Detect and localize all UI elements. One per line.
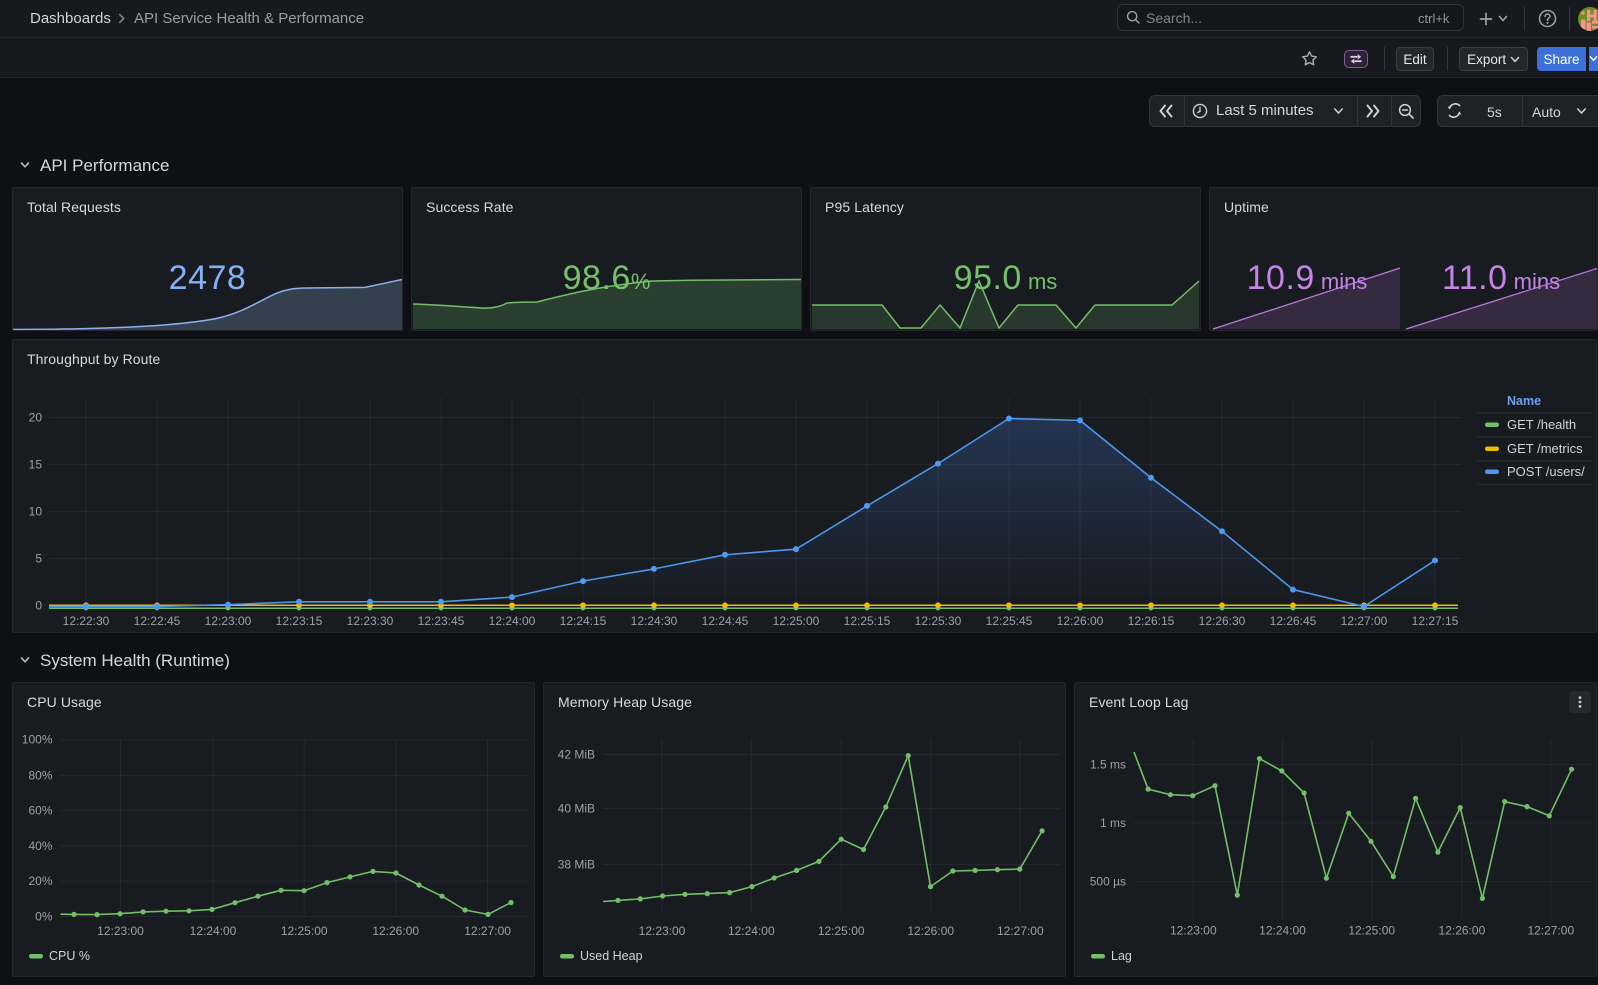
- svg-text:12:24:00: 12:24:00: [190, 924, 237, 938]
- svg-text:12:23:45: 12:23:45: [418, 614, 465, 628]
- svg-text:12:24:00: 12:24:00: [489, 614, 536, 628]
- svg-text:12:23:30: 12:23:30: [347, 614, 394, 628]
- svg-text:40 MiB: 40 MiB: [558, 802, 595, 816]
- svg-text:12:26:00: 12:26:00: [372, 924, 419, 938]
- svg-text:GET /health: GET /health: [1507, 417, 1576, 432]
- svg-text:12:27:00: 12:27:00: [1341, 614, 1388, 628]
- svg-text:0: 0: [35, 599, 42, 613]
- svg-text:12:26:00: 12:26:00: [907, 924, 954, 938]
- svg-text:12:27:00: 12:27:00: [1527, 924, 1574, 938]
- svg-text:80%: 80%: [28, 769, 52, 783]
- svg-text:12:25:00: 12:25:00: [773, 614, 820, 628]
- svg-text:12:27:15: 12:27:15: [1412, 614, 1459, 628]
- svg-text:20: 20: [29, 411, 43, 425]
- svg-text:12:25:00: 12:25:00: [281, 924, 328, 938]
- svg-text:1 ms: 1 ms: [1100, 816, 1126, 830]
- svg-text:12:23:00: 12:23:00: [1170, 924, 1217, 938]
- svg-text:GET /metrics: GET /metrics: [1507, 441, 1583, 456]
- svg-text:12:25:15: 12:25:15: [844, 614, 891, 628]
- svg-text:12:24:00: 12:24:00: [728, 924, 775, 938]
- svg-text:12:26:15: 12:26:15: [1128, 614, 1175, 628]
- svg-text:12:23:00: 12:23:00: [205, 614, 252, 628]
- svg-text:0%: 0%: [35, 910, 53, 924]
- svg-text:500 µs: 500 µs: [1090, 875, 1126, 889]
- svg-text:12:26:30: 12:26:30: [1199, 614, 1246, 628]
- svg-text:POST /users/: POST /users/: [1507, 464, 1585, 479]
- svg-text:100%: 100%: [22, 733, 53, 747]
- svg-text:12:25:00: 12:25:00: [818, 924, 865, 938]
- svg-text:38 MiB: 38 MiB: [558, 858, 595, 872]
- svg-text:12:24:00: 12:24:00: [1259, 924, 1306, 938]
- svg-text:12:25:00: 12:25:00: [1348, 924, 1395, 938]
- svg-text:12:27:00: 12:27:00: [997, 924, 1044, 938]
- svg-text:12:22:30: 12:22:30: [63, 614, 110, 628]
- svg-text:12:25:45: 12:25:45: [986, 614, 1033, 628]
- svg-text:Name: Name: [1507, 394, 1541, 408]
- svg-text:12:22:45: 12:22:45: [134, 614, 181, 628]
- svg-text:12:24:30: 12:24:30: [631, 614, 678, 628]
- svg-text:1.5 ms: 1.5 ms: [1090, 758, 1126, 772]
- svg-text:40%: 40%: [28, 839, 52, 853]
- svg-text:12:26:00: 12:26:00: [1057, 614, 1104, 628]
- svg-text:5: 5: [35, 552, 42, 566]
- svg-text:12:23:00: 12:23:00: [97, 924, 144, 938]
- svg-text:12:26:45: 12:26:45: [1270, 614, 1317, 628]
- svg-text:20%: 20%: [28, 874, 52, 888]
- svg-text:15: 15: [29, 458, 43, 472]
- svg-text:12:24:15: 12:24:15: [560, 614, 607, 628]
- svg-text:42 MiB: 42 MiB: [558, 748, 595, 762]
- svg-text:10: 10: [29, 505, 43, 519]
- svg-text:12:25:30: 12:25:30: [915, 614, 962, 628]
- svg-text:12:27:00: 12:27:00: [464, 924, 511, 938]
- svg-text:12:24:45: 12:24:45: [702, 614, 749, 628]
- svg-text:12:23:00: 12:23:00: [639, 924, 686, 938]
- svg-text:12:23:15: 12:23:15: [276, 614, 323, 628]
- svg-text:12:26:00: 12:26:00: [1439, 924, 1486, 938]
- svg-text:60%: 60%: [28, 803, 52, 817]
